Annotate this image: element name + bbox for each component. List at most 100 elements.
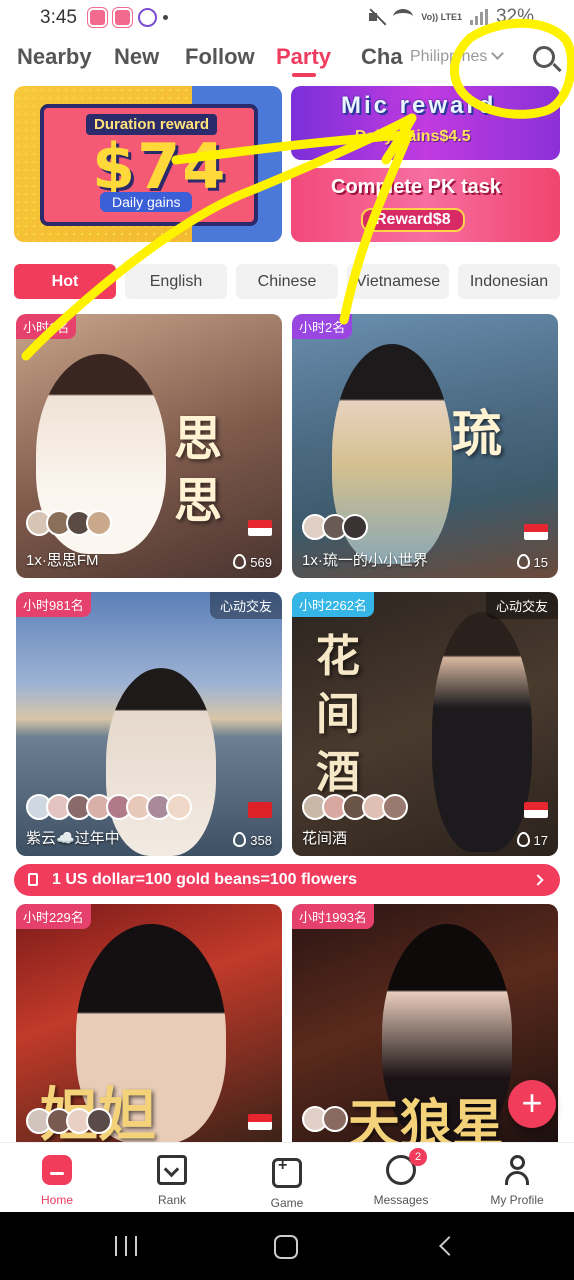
back-icon[interactable] bbox=[439, 1236, 459, 1256]
room-member-avatars bbox=[26, 794, 192, 820]
room-popularity: 17 bbox=[517, 832, 548, 848]
nav-home-label: Home bbox=[40, 1193, 73, 1207]
room-member-avatars bbox=[26, 1108, 112, 1134]
pk-task-banner[interactable]: Complete PK task Reward$8 bbox=[291, 168, 560, 242]
room-card[interactable]: 小时229名 妲妲 bbox=[16, 904, 282, 1144]
pk-task-title: Complete PK task bbox=[331, 176, 502, 198]
create-room-button[interactable]: + bbox=[508, 1080, 556, 1128]
system-navigation-bar bbox=[0, 1212, 574, 1280]
rank-icon bbox=[157, 1155, 187, 1185]
volte-label: Vo)) LTE1 bbox=[421, 11, 462, 22]
chip-vietnamese[interactable]: Vietnamese bbox=[347, 264, 449, 299]
singapore-flag-icon bbox=[524, 524, 548, 540]
system-status-icons: Vo)) LTE1 32% bbox=[369, 6, 534, 28]
room-popularity: 15 bbox=[517, 554, 548, 570]
home-icon bbox=[42, 1155, 72, 1185]
nav-game-label: Game bbox=[270, 1196, 304, 1210]
notification-icons bbox=[88, 8, 168, 27]
tab-chat[interactable]: Cha bbox=[361, 44, 403, 70]
notice-text: 1 US dollar=100 gold beans=100 flowers bbox=[52, 871, 358, 888]
nav-profile-label: My Profile bbox=[490, 1193, 544, 1207]
hong-kong-flag-icon bbox=[248, 802, 272, 818]
nav-rank[interactable]: Rank bbox=[127, 1155, 217, 1207]
tab-follow[interactable]: Follow bbox=[185, 44, 255, 70]
chip-hot[interactable]: Hot bbox=[14, 264, 116, 299]
nav-home[interactable]: Home bbox=[12, 1155, 102, 1207]
nav-game[interactable]: Game bbox=[242, 1155, 332, 1210]
tab-new[interactable]: New bbox=[114, 44, 159, 70]
search-icon-handle bbox=[552, 62, 562, 73]
room-card[interactable]: 小时2名 琉 1x·琉一的小小世界 15 bbox=[292, 314, 558, 578]
tab-nearby[interactable]: Nearby bbox=[17, 44, 92, 70]
home-button-icon[interactable] bbox=[274, 1235, 298, 1259]
room-name: 1x·琉一的小小世界 bbox=[302, 552, 428, 569]
room-cover-image bbox=[432, 612, 532, 852]
singapore-flag-icon bbox=[248, 520, 272, 536]
room-rank-badge: 小时981名 bbox=[16, 592, 91, 617]
mic-reward-subtitle: Daily gains$4.5 bbox=[355, 128, 471, 145]
room-card[interactable]: 小时981名 心动交友 紫云☁️过年中 358 bbox=[16, 592, 282, 856]
duration-reward-banner[interactable]: Duration reward $74 Daily gains bbox=[14, 86, 282, 242]
room-rank-badge: 小时2名 bbox=[292, 314, 353, 339]
room-name: 紫云☁️过年中 bbox=[26, 830, 120, 847]
room-cover-title: 思 思 bbox=[174, 411, 223, 529]
chip-indonesian[interactable]: Indonesian bbox=[458, 264, 560, 299]
pk-task-reward: Reward$8 bbox=[361, 208, 465, 232]
room-rank-badge: 小时229名 bbox=[16, 904, 91, 929]
region-selector[interactable]: Philippines bbox=[410, 47, 507, 66]
profile-icon-body bbox=[505, 1171, 529, 1185]
room-cover-title: 琉 bbox=[452, 404, 502, 463]
room-popularity: 358 bbox=[233, 832, 272, 848]
room-card[interactable]: 小时2262名 心动交友 花 间 酒 花间酒 17 bbox=[292, 592, 558, 856]
more-notifications-icon bbox=[163, 15, 168, 20]
mic-reward-title: Mic reward bbox=[341, 92, 497, 119]
room-name: 1x·思思FM bbox=[26, 552, 99, 569]
room-rank-badge: 小时2262名 bbox=[292, 592, 374, 617]
chevron-down-icon bbox=[491, 47, 505, 60]
chip-chinese[interactable]: Chinese bbox=[236, 264, 338, 299]
room-member-avatars bbox=[26, 510, 112, 536]
room-cover-image bbox=[106, 668, 216, 856]
exchange-rate-notice[interactable]: 1 US dollar=100 gold beans=100 flowers bbox=[14, 864, 560, 896]
wifi-icon bbox=[393, 9, 414, 25]
room-popularity: 569 bbox=[233, 554, 272, 570]
chip-english[interactable]: English bbox=[125, 264, 227, 299]
singapore-flag-icon bbox=[248, 1114, 272, 1130]
room-name: 花间酒 bbox=[302, 830, 348, 847]
profile-icon bbox=[502, 1155, 532, 1185]
messages-icon: 2 bbox=[386, 1148, 427, 1185]
singapore-flag-icon bbox=[524, 802, 548, 818]
nav-my-profile[interactable]: My Profile bbox=[472, 1155, 562, 1207]
tab-party[interactable]: Party bbox=[276, 44, 331, 77]
app-notification-icon bbox=[113, 8, 132, 27]
room-member-avatars bbox=[302, 514, 368, 540]
room-member-avatars bbox=[302, 794, 408, 820]
viber-icon bbox=[138, 8, 157, 27]
language-filter-bar: Hot English Chinese Vietnamese Indonesia… bbox=[14, 264, 574, 300]
status-bar: 3:45 Vo)) LTE1 32% bbox=[0, 0, 574, 36]
mute-icon bbox=[369, 9, 385, 25]
signal-icon bbox=[469, 9, 488, 25]
room-category-tag: 心动交友 bbox=[485, 592, 558, 619]
app-notification-icon bbox=[88, 8, 107, 27]
recents-icon[interactable] bbox=[115, 1236, 137, 1256]
profile-icon-head bbox=[510, 1155, 525, 1170]
room-rank-badge: 小时1993名 bbox=[292, 904, 374, 929]
nav-messages[interactable]: 2 Messages bbox=[356, 1148, 446, 1207]
room-member-avatars bbox=[302, 1106, 348, 1132]
room-cover-title: 花 间 酒 bbox=[316, 631, 360, 798]
chevron-right-icon bbox=[532, 874, 544, 886]
status-time: 3:45 bbox=[40, 7, 77, 28]
search-button[interactable] bbox=[528, 42, 564, 78]
duration-reward-subtitle: Daily gains bbox=[100, 192, 193, 212]
plus-icon: + bbox=[521, 1082, 543, 1123]
unread-badge: 2 bbox=[409, 1148, 427, 1166]
mic-reward-banner[interactable]: Mic reward Daily gains$4.5 bbox=[291, 86, 560, 160]
region-label: Philippines bbox=[410, 48, 488, 65]
speaker-icon bbox=[28, 873, 38, 886]
room-cover-title: 天狼星 bbox=[348, 1094, 505, 1144]
room-card[interactable]: 小时1名 思 思 1x·思思FM 569 bbox=[16, 314, 282, 578]
room-category-tag: 心动交友 bbox=[209, 592, 282, 619]
bottom-nav: Home Rank Game 2 Messages My Profile bbox=[0, 1142, 574, 1212]
battery-level: 32% bbox=[495, 6, 534, 27]
